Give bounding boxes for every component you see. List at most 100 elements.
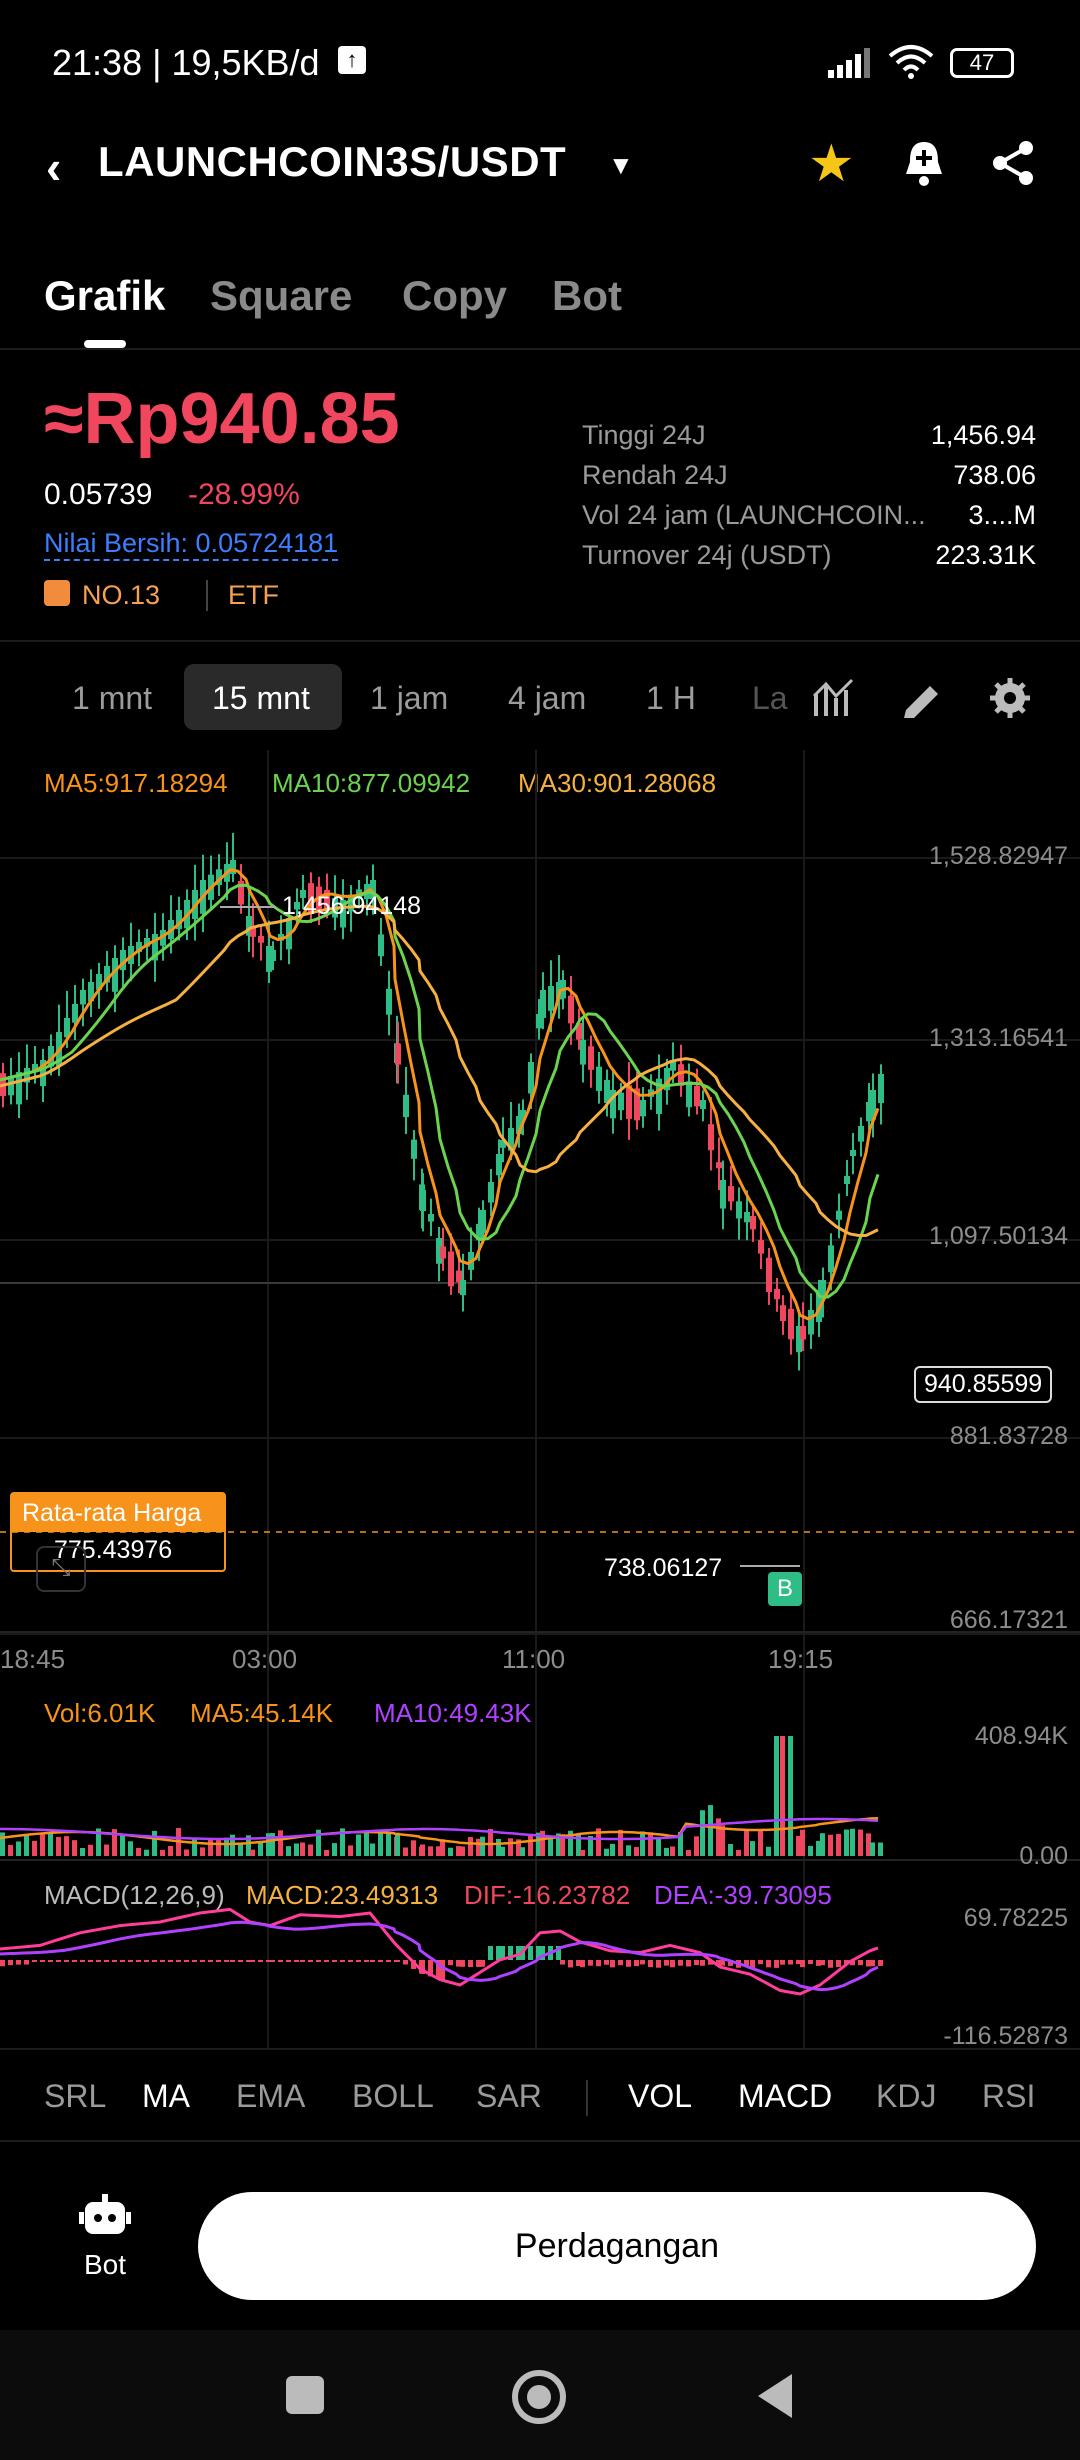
trade-button[interactable]: Perdagangan [198, 2192, 1036, 2300]
volume-bar [104, 1844, 109, 1856]
signal-icon [828, 48, 870, 78]
macd-bar [780, 1960, 785, 1965]
macd-bar [468, 1960, 473, 1968]
volume-bar [40, 1832, 45, 1856]
volume-bar [656, 1838, 661, 1856]
volume-bar [370, 1843, 375, 1856]
ind-tab-ema[interactable]: EMA [236, 2078, 305, 2115]
back-nav-icon[interactable] [754, 2372, 794, 2420]
buy-marker[interactable]: B [768, 1572, 802, 1606]
ind-tab-sar[interactable]: SAR [476, 2078, 542, 2115]
macd-bar [40, 1960, 45, 1962]
candle-body [716, 1162, 722, 1169]
indicator-icon[interactable] [812, 676, 856, 720]
candle-body [844, 1176, 850, 1185]
candle-body [72, 1004, 78, 1023]
collapse-icon[interactable]: ⤡ [36, 1546, 86, 1592]
ind-tab-srl[interactable]: SRL [44, 2078, 106, 2115]
volume-bar [694, 1836, 699, 1856]
volume-bar [16, 1841, 21, 1856]
candle-body [800, 1325, 806, 1340]
volume-bar [766, 1846, 771, 1856]
back-icon[interactable]: ‹ [46, 140, 61, 194]
candle-body [403, 1094, 409, 1118]
volume-bar [238, 1843, 243, 1856]
price-axis-label: 1,528.82947 [928, 842, 1068, 870]
macd-bar [0, 1960, 5, 1967]
ind-tab-rsi[interactable]: RSI [982, 2078, 1035, 2115]
volume-bar [411, 1840, 416, 1856]
interval-1d[interactable]: 1 H [646, 680, 696, 717]
candle-body [828, 1245, 834, 1273]
caret-down-icon[interactable]: ▼ [608, 150, 634, 181]
macd-bar [364, 1960, 369, 1962]
macd-dif: DIF:-16.23782 [464, 1880, 631, 1910]
etf-badge[interactable]: ETF [206, 580, 279, 611]
volume-bar [378, 1833, 383, 1856]
macd-bar [580, 1960, 585, 1968]
battery-level: 47 [969, 50, 995, 75]
volume-bar [820, 1833, 825, 1856]
volume-bar [294, 1843, 299, 1856]
interval-4h[interactable]: 4 jam [508, 680, 586, 717]
net-value-link[interactable]: Nilai Bersih: 0.05724181 [44, 528, 339, 561]
tab-bot[interactable]: Bot [552, 272, 622, 320]
recents-icon[interactable] [286, 2376, 324, 2414]
candle-body [488, 1182, 494, 1203]
candle-body [774, 1288, 780, 1300]
bot-button[interactable]: Bot [60, 2192, 150, 2302]
interval-1m[interactable]: 1 mnt [72, 680, 152, 717]
candle-body [780, 1305, 786, 1322]
candle-body [728, 1186, 734, 1202]
volume-bar [858, 1829, 863, 1856]
star-icon[interactable]: ★ [808, 134, 855, 194]
macd-bar [634, 1960, 639, 1967]
time-axis-label: 19:15 [768, 1644, 834, 1674]
draw-icon[interactable] [900, 676, 944, 720]
volume-bar [250, 1849, 255, 1856]
tab-square[interactable]: Square [210, 272, 352, 320]
tab-grafik[interactable]: Grafik [44, 272, 165, 320]
price-axis-label: 666.17321 [949, 1606, 1068, 1634]
macd-bar [88, 1960, 93, 1962]
macd-bar [878, 1960, 883, 1966]
macd-bar [640, 1960, 645, 1965]
volume-bar [128, 1841, 133, 1856]
volume-bar [744, 1829, 749, 1856]
macd-bar [324, 1960, 329, 1962]
volume-bar [488, 1829, 493, 1856]
tab-copy[interactable]: Copy [402, 272, 507, 320]
macd-bar [230, 1960, 235, 1962]
pair-title[interactable]: LAUNCHCOIN3S/USDT [98, 138, 566, 186]
ind-tab-vol[interactable]: VOL [628, 2078, 692, 2115]
volume-bar [403, 1847, 408, 1856]
stat-turnover-label: Turnover 24j (USDT) [582, 540, 832, 570]
macd-bar [300, 1960, 305, 1962]
macd-bar [588, 1960, 593, 1966]
rank-badge[interactable]: NO.13 [82, 580, 160, 611]
candle-body [386, 988, 392, 1015]
tab-indicator [84, 340, 126, 348]
upload-icon: ↑ [338, 46, 366, 74]
macd-bar [250, 1960, 255, 1962]
ind-tab-boll[interactable]: BOLL [352, 2078, 434, 2115]
bell-plus-icon[interactable] [902, 138, 946, 188]
interval-more[interactable]: La [752, 680, 788, 717]
vol-ma10-legend: MA10:49.43K [374, 1698, 532, 1728]
volume-bar [286, 1846, 291, 1856]
candle-body [720, 1180, 726, 1209]
candle-body [708, 1124, 714, 1151]
share-icon[interactable] [990, 140, 1036, 186]
interval-15m[interactable]: 15 mnt [212, 680, 310, 717]
macd-bar [32, 1960, 37, 1962]
interval-1h[interactable]: 1 jam [370, 680, 448, 717]
volume-bar [428, 1846, 433, 1856]
ind-tab-ma[interactable]: MA [142, 2078, 190, 2115]
gear-icon[interactable] [988, 676, 1032, 720]
ind-tab-kdj[interactable]: KDJ [876, 2078, 936, 2115]
price-main: ≈Rp940.85 [44, 379, 400, 459]
volume-bar [64, 1836, 69, 1856]
candle-body [395, 1043, 401, 1065]
ind-tab-macd[interactable]: MACD [738, 2078, 832, 2115]
home-icon[interactable] [512, 2370, 566, 2424]
